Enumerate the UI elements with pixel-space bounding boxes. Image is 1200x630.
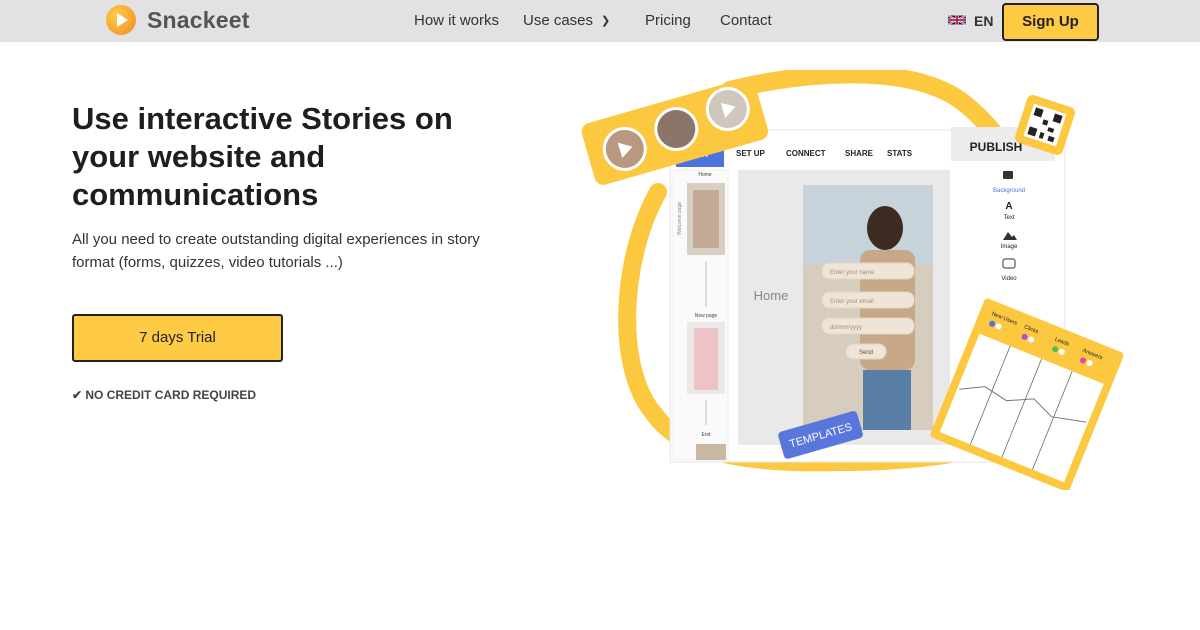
no-credit-card-note: ✔ NO CREDIT CARD REQUIRED	[72, 388, 257, 402]
brand-name: Snackeet	[147, 6, 250, 33]
uk-flag-icon[interactable]	[948, 13, 966, 27]
chevron-down-icon[interactable]: ❯	[601, 14, 610, 27]
tab-stats[interactable]: STATS	[887, 149, 913, 158]
page-new-label: New page	[695, 313, 718, 319]
sign-up-button[interactable]: Sign Up	[1002, 3, 1099, 41]
hero-title: Use interactive Stories on your website …	[72, 101, 453, 212]
nav-how-it-works[interactable]: How it works	[414, 12, 499, 29]
nav-contact[interactable]: Contact	[720, 12, 772, 29]
person-hair	[867, 206, 903, 250]
top-navbar: Snackeet How it works Use cases ❯ Pricin…	[0, 0, 1200, 42]
page-home-label: Home	[698, 172, 712, 178]
name-placeholder: Enter your name	[830, 270, 875, 276]
welcome-page-label: Welcome page	[677, 202, 683, 235]
nav-pricing[interactable]: Pricing	[645, 12, 691, 29]
page-end-label: End	[702, 432, 711, 438]
email-placeholder: Enter your email	[830, 299, 874, 305]
tool-image[interactable]: Image	[1001, 244, 1018, 250]
background-icon[interactable]	[1003, 171, 1013, 179]
tool-video[interactable]: Video	[1001, 276, 1017, 282]
tab-setup[interactable]: SET UP	[736, 149, 766, 158]
editor-mockup-illustration: EDIT SET UP CONNECT SHARE STATS PUBLISH …	[581, 70, 1124, 490]
thumb-person-pink	[694, 328, 718, 390]
publish-button[interactable]: PUBLISH	[970, 140, 1023, 154]
tool-background[interactable]: Background	[993, 188, 1025, 194]
tools-column	[986, 165, 1031, 290]
person-jeans	[863, 370, 911, 430]
tab-share[interactable]: SHARE	[845, 149, 874, 158]
trial-button[interactable]: 7 days Trial	[72, 314, 283, 362]
brand-logo[interactable]: Snackeet	[106, 5, 250, 35]
hero-subtitle: All you need to create outstanding digit…	[72, 231, 480, 271]
page-thumb-end[interactable]	[696, 444, 726, 460]
tab-connect[interactable]: CONNECT	[786, 149, 826, 158]
canvas-home-label: Home	[754, 288, 789, 303]
thumb-person	[693, 190, 719, 248]
nav-use-cases[interactable]: Use cases	[523, 12, 593, 29]
language-selector[interactable]: EN	[974, 13, 993, 29]
text-icon[interactable]: A	[1005, 201, 1012, 212]
play-logo-icon	[106, 5, 136, 35]
date-placeholder: dd/mm/yyyy	[830, 325, 862, 331]
tool-text[interactable]: Text	[1003, 215, 1014, 221]
send-label: Send	[859, 350, 873, 356]
